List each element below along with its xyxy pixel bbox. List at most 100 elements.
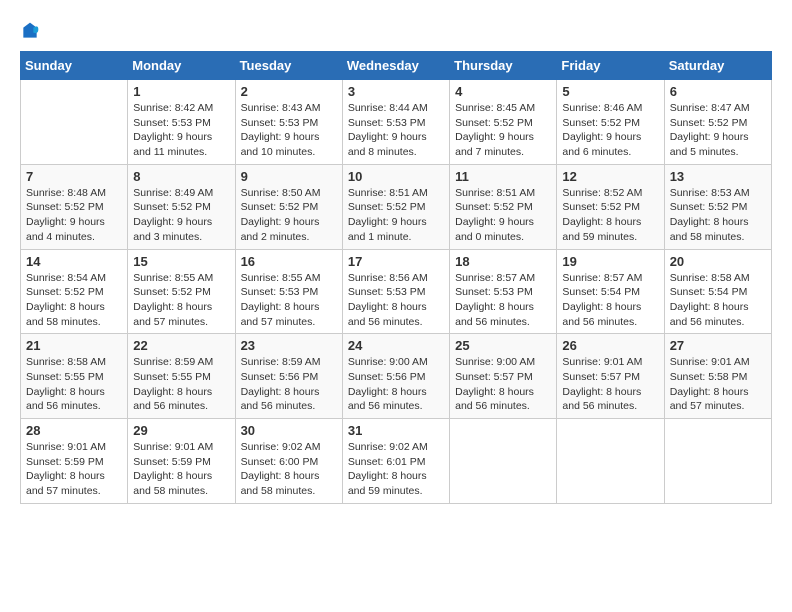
calendar-cell: 6 Sunrise: 8:47 AM Sunset: 5:52 PM Daylig… — [664, 80, 771, 165]
day-info: Sunrise: 8:48 AM Sunset: 5:52 PM Dayligh… — [26, 186, 122, 245]
weekday-header-friday: Friday — [557, 52, 664, 80]
week-row-2: 14 Sunrise: 8:54 AM Sunset: 5:52 PM Dayli… — [21, 249, 772, 334]
calendar-cell: 21 Sunrise: 8:58 AM Sunset: 5:55 PM Dayli… — [21, 334, 128, 419]
day-info: Sunrise: 8:51 AM Sunset: 5:52 PM Dayligh… — [348, 186, 444, 245]
day-info: Sunrise: 8:58 AM Sunset: 5:55 PM Dayligh… — [26, 355, 122, 414]
day-info: Sunrise: 8:55 AM Sunset: 5:53 PM Dayligh… — [241, 271, 337, 330]
day-number: 20 — [670, 254, 766, 269]
day-info: Sunrise: 8:52 AM Sunset: 5:52 PM Dayligh… — [562, 186, 658, 245]
logo-icon — [20, 21, 40, 41]
calendar-cell: 5 Sunrise: 8:46 AM Sunset: 5:52 PM Daylig… — [557, 80, 664, 165]
calendar-cell: 4Sunrise: 8:45 AM Sunset: 5:52 PM Daylig… — [450, 80, 557, 165]
calendar-cell: 18Sunrise: 8:57 AM Sunset: 5:53 PM Dayli… — [450, 249, 557, 334]
calendar-cell — [21, 80, 128, 165]
day-info: Sunrise: 8:56 AM Sunset: 5:53 PM Dayligh… — [348, 271, 444, 330]
day-info: Sunrise: 8:54 AM Sunset: 5:52 PM Dayligh… — [26, 271, 122, 330]
day-number: 6 — [670, 84, 766, 99]
day-number: 27 — [670, 338, 766, 353]
day-number: 9 — [241, 169, 337, 184]
day-info: Sunrise: 8:57 AM Sunset: 5:54 PM Dayligh… — [562, 271, 658, 330]
week-row-3: 21 Sunrise: 8:58 AM Sunset: 5:55 PM Dayli… — [21, 334, 772, 419]
weekday-header-tuesday: Tuesday — [235, 52, 342, 80]
calendar-table: SundayMondayTuesdayWednesdayThursdayFrid… — [20, 51, 772, 504]
day-number: 14 — [26, 254, 122, 269]
day-number: 10 — [348, 169, 444, 184]
day-info: Sunrise: 9:01 AM Sunset: 5:59 PM Dayligh… — [26, 440, 122, 499]
day-number: 17 — [348, 254, 444, 269]
day-info: Sunrise: 8:53 AM Sunset: 5:52 PM Dayligh… — [670, 186, 766, 245]
day-number: 4 — [455, 84, 551, 99]
day-info: Sunrise: 9:01 AM Sunset: 5:58 PM Dayligh… — [670, 355, 766, 414]
calendar-cell: 27 Sunrise: 9:01 AM Sunset: 5:58 PM Dayli… — [664, 334, 771, 419]
weekday-header-row: SundayMondayTuesdayWednesdayThursdayFrid… — [21, 52, 772, 80]
day-number: 23 — [241, 338, 337, 353]
calendar-cell — [450, 419, 557, 504]
day-info: Sunrise: 8:59 AM Sunset: 5:55 PM Dayligh… — [133, 355, 229, 414]
logo — [20, 20, 44, 41]
day-info: Sunrise: 8:46 AM Sunset: 5:52 PM Dayligh… — [562, 101, 658, 160]
calendar-cell: 14 Sunrise: 8:54 AM Sunset: 5:52 PM Dayli… — [21, 249, 128, 334]
day-info: Sunrise: 8:44 AM Sunset: 5:53 PM Dayligh… — [348, 101, 444, 160]
day-info: Sunrise: 9:01 AM Sunset: 5:57 PM Dayligh… — [562, 355, 658, 414]
day-number: 21 — [26, 338, 122, 353]
day-number: 16 — [241, 254, 337, 269]
calendar-cell: 31Sunrise: 9:02 AM Sunset: 6:01 PM Dayli… — [342, 419, 449, 504]
day-number: 13 — [670, 169, 766, 184]
day-info: Sunrise: 8:57 AM Sunset: 5:53 PM Dayligh… — [455, 271, 551, 330]
calendar-cell: 26 Sunrise: 9:01 AM Sunset: 5:57 PM Dayli… — [557, 334, 664, 419]
weekday-header-monday: Monday — [128, 52, 235, 80]
calendar-cell: 11Sunrise: 8:51 AM Sunset: 5:52 PM Dayli… — [450, 164, 557, 249]
day-info: Sunrise: 8:58 AM Sunset: 5:54 PM Dayligh… — [670, 271, 766, 330]
calendar-cell: 19 Sunrise: 8:57 AM Sunset: 5:54 PM Dayli… — [557, 249, 664, 334]
calendar-cell: 20 Sunrise: 8:58 AM Sunset: 5:54 PM Dayli… — [664, 249, 771, 334]
day-info: Sunrise: 9:02 AM Sunset: 6:01 PM Dayligh… — [348, 440, 444, 499]
day-info: Sunrise: 8:50 AM Sunset: 5:52 PM Dayligh… — [241, 186, 337, 245]
weekday-header-wednesday: Wednesday — [342, 52, 449, 80]
calendar-cell: 22 Sunrise: 8:59 AM Sunset: 5:55 PM Dayli… — [128, 334, 235, 419]
calendar-cell: 1 Sunrise: 8:42 AM Sunset: 5:53 PM Daylig… — [128, 80, 235, 165]
calendar-cell: 17 Sunrise: 8:56 AM Sunset: 5:53 PM Dayli… — [342, 249, 449, 334]
header — [20, 20, 772, 41]
calendar-cell: 8 Sunrise: 8:49 AM Sunset: 5:52 PM Daylig… — [128, 164, 235, 249]
day-number: 24 — [348, 338, 444, 353]
day-number: 26 — [562, 338, 658, 353]
calendar-cell: 3 Sunrise: 8:44 AM Sunset: 5:53 PM Daylig… — [342, 80, 449, 165]
day-number: 25 — [455, 338, 551, 353]
day-info: Sunrise: 9:02 AM Sunset: 6:00 PM Dayligh… — [241, 440, 337, 499]
calendar-cell: 9 Sunrise: 8:50 AM Sunset: 5:52 PM Daylig… — [235, 164, 342, 249]
calendar-cell: 28Sunrise: 9:01 AM Sunset: 5:59 PM Dayli… — [21, 419, 128, 504]
calendar-cell: 30Sunrise: 9:02 AM Sunset: 6:00 PM Dayli… — [235, 419, 342, 504]
calendar-cell: 12 Sunrise: 8:52 AM Sunset: 5:52 PM Dayli… — [557, 164, 664, 249]
calendar-cell: 15Sunrise: 8:55 AM Sunset: 5:52 PM Dayli… — [128, 249, 235, 334]
calendar-cell: 16 Sunrise: 8:55 AM Sunset: 5:53 PM Dayli… — [235, 249, 342, 334]
calendar-cell: 7 Sunrise: 8:48 AM Sunset: 5:52 PM Daylig… — [21, 164, 128, 249]
day-number: 7 — [26, 169, 122, 184]
calendar-cell: 29Sunrise: 9:01 AM Sunset: 5:59 PM Dayli… — [128, 419, 235, 504]
day-number: 19 — [562, 254, 658, 269]
weekday-header-sunday: Sunday — [21, 52, 128, 80]
calendar-cell — [664, 419, 771, 504]
day-info: Sunrise: 9:00 AM Sunset: 5:57 PM Dayligh… — [455, 355, 551, 414]
day-info: Sunrise: 8:47 AM Sunset: 5:52 PM Dayligh… — [670, 101, 766, 160]
calendar-cell: 23Sunrise: 8:59 AM Sunset: 5:56 PM Dayli… — [235, 334, 342, 419]
day-number: 1 — [133, 84, 229, 99]
day-info: Sunrise: 8:49 AM Sunset: 5:52 PM Dayligh… — [133, 186, 229, 245]
day-info: Sunrise: 9:01 AM Sunset: 5:59 PM Dayligh… — [133, 440, 229, 499]
day-info: Sunrise: 9:00 AM Sunset: 5:56 PM Dayligh… — [348, 355, 444, 414]
day-number: 22 — [133, 338, 229, 353]
calendar-cell: 13 Sunrise: 8:53 AM Sunset: 5:52 PM Dayli… — [664, 164, 771, 249]
day-info: Sunrise: 8:42 AM Sunset: 5:53 PM Dayligh… — [133, 101, 229, 160]
day-info: Sunrise: 8:55 AM Sunset: 5:52 PM Dayligh… — [133, 271, 229, 330]
day-number: 5 — [562, 84, 658, 99]
calendar-cell: 25 Sunrise: 9:00 AM Sunset: 5:57 PM Dayli… — [450, 334, 557, 419]
calendar-cell: 24 Sunrise: 9:00 AM Sunset: 5:56 PM Dayli… — [342, 334, 449, 419]
week-row-0: 1 Sunrise: 8:42 AM Sunset: 5:53 PM Daylig… — [21, 80, 772, 165]
day-number: 3 — [348, 84, 444, 99]
calendar-body: 1 Sunrise: 8:42 AM Sunset: 5:53 PM Daylig… — [21, 80, 772, 504]
calendar-cell: 2 Sunrise: 8:43 AM Sunset: 5:53 PM Daylig… — [235, 80, 342, 165]
weekday-header-saturday: Saturday — [664, 52, 771, 80]
day-info: Sunrise: 8:43 AM Sunset: 5:53 PM Dayligh… — [241, 101, 337, 160]
day-number: 2 — [241, 84, 337, 99]
day-number: 12 — [562, 169, 658, 184]
day-number: 8 — [133, 169, 229, 184]
